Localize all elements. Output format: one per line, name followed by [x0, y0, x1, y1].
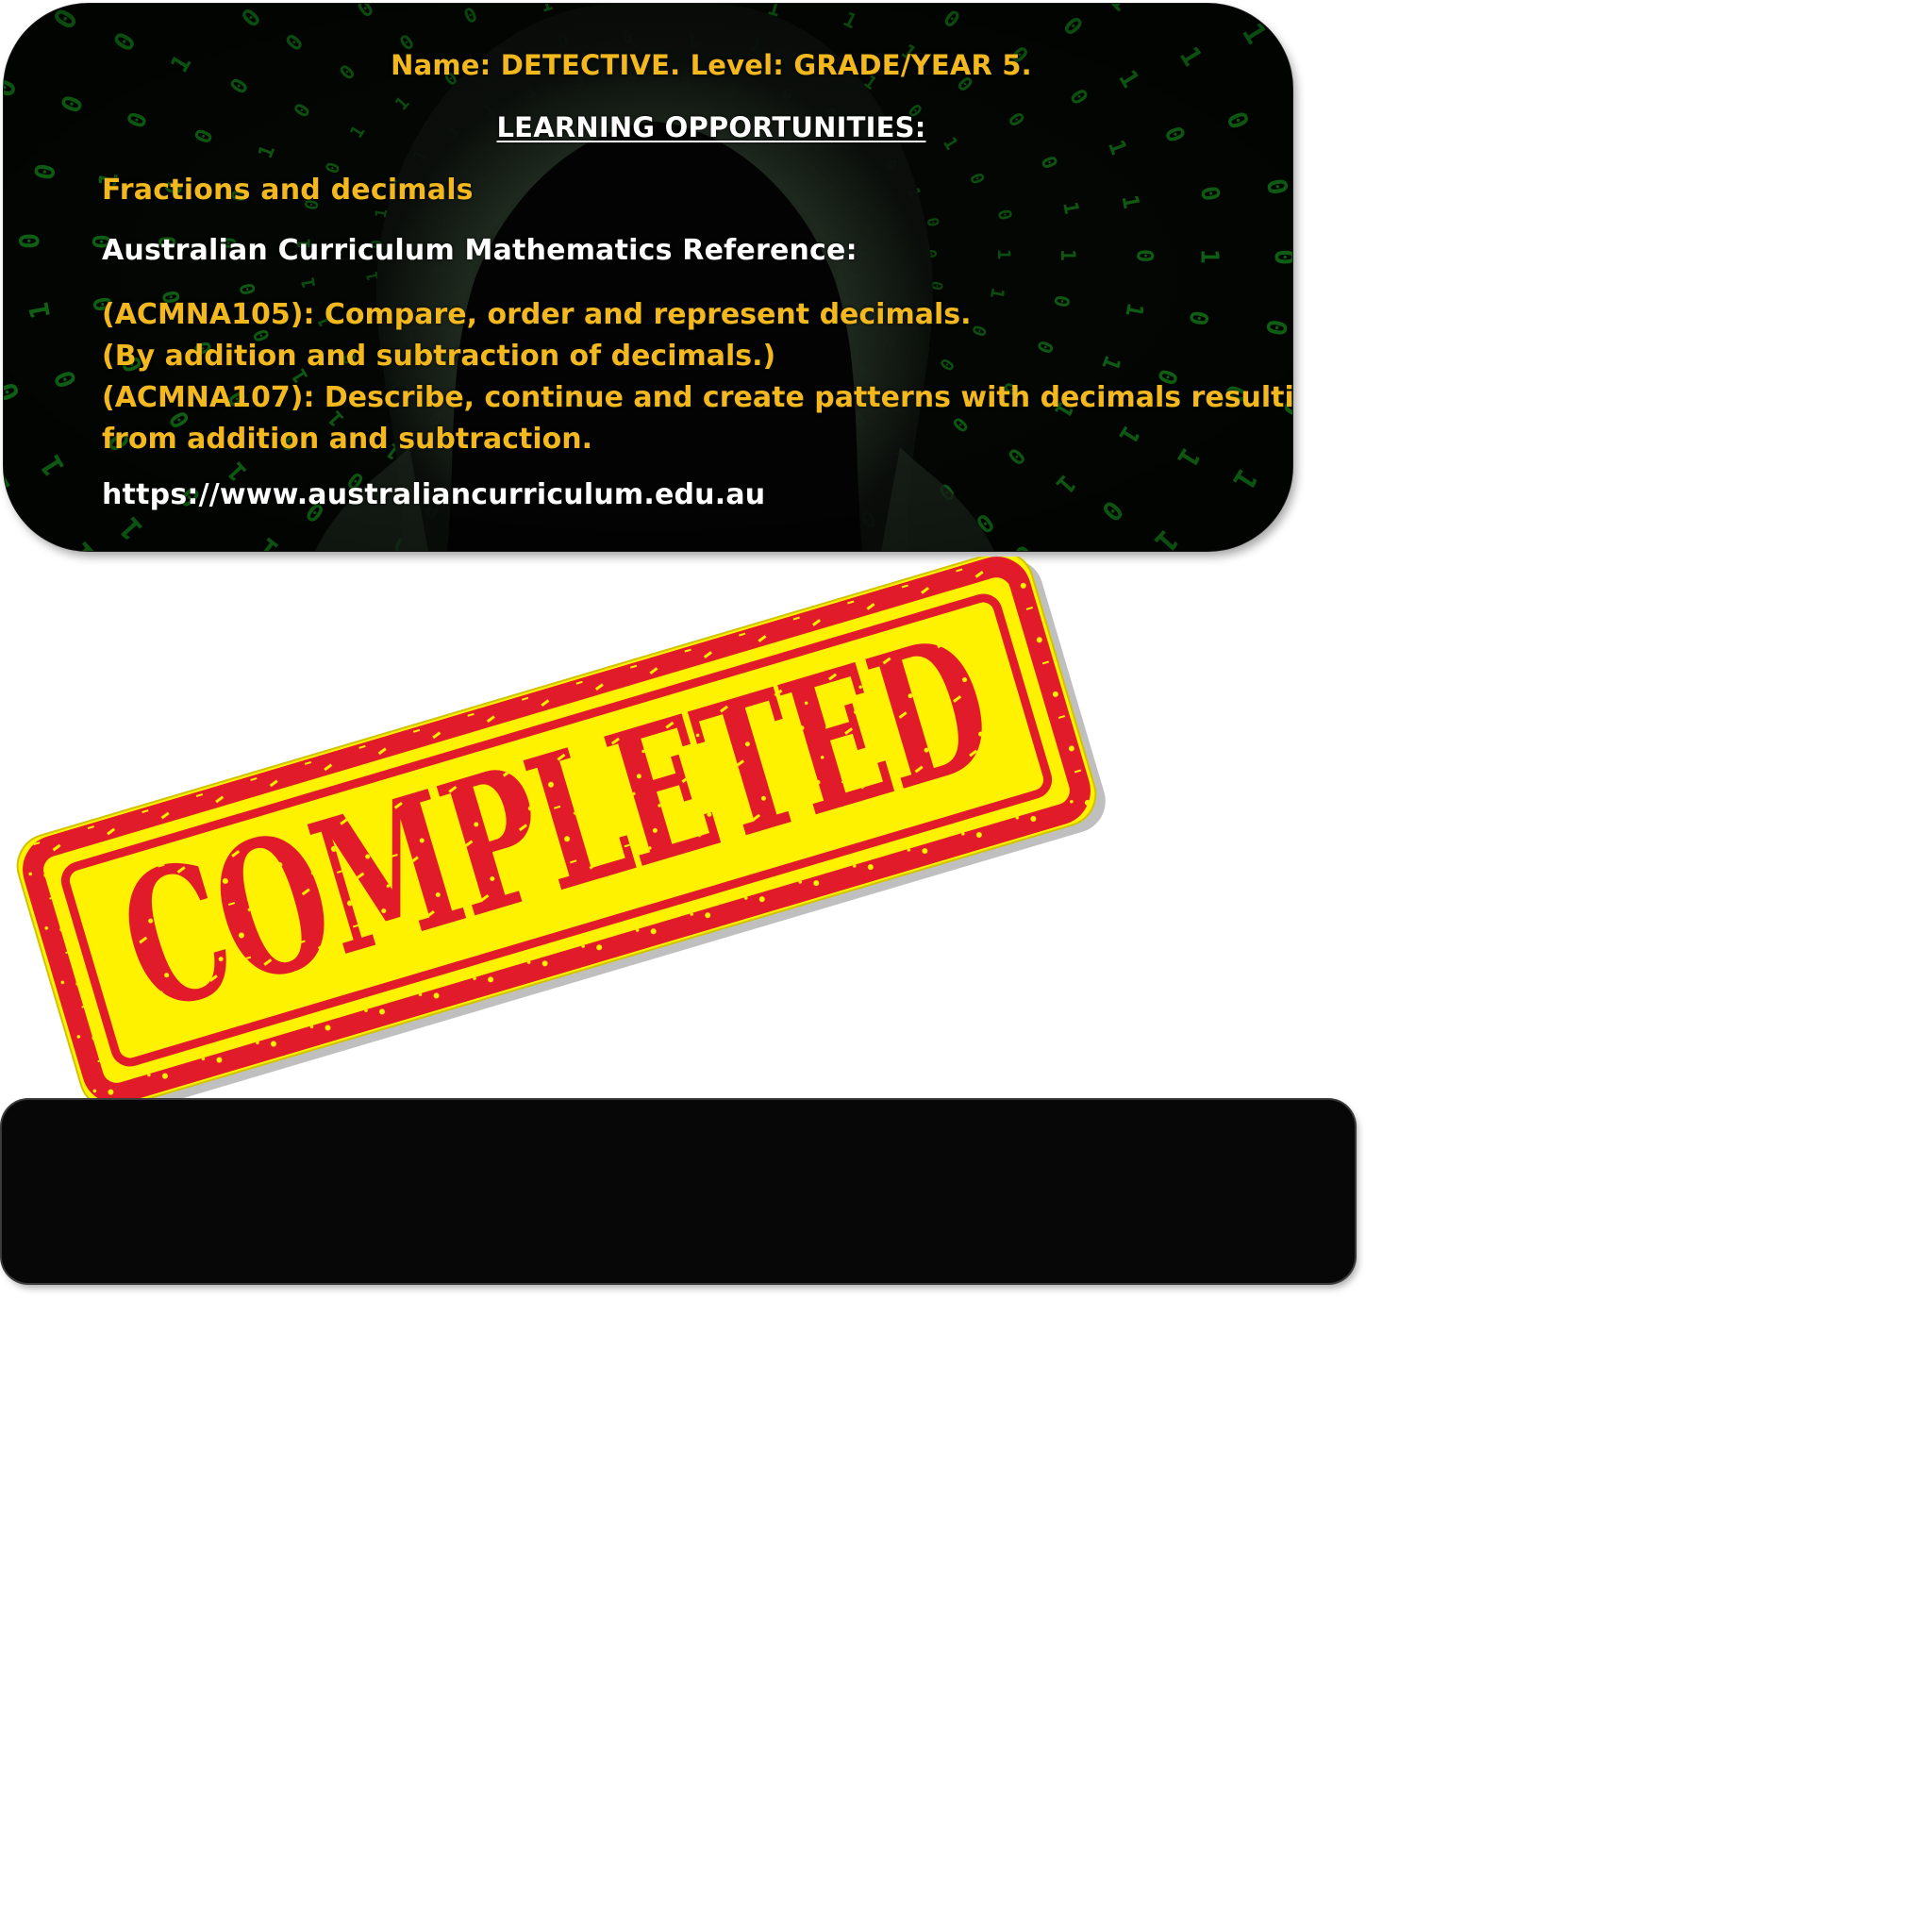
learning-info-card: 1011010101010011001000100011110001001010… [4, 4, 1292, 551]
curriculum-reference-label: Australian Curriculum Mathematics Refere… [102, 234, 858, 267]
curriculum-url: https://www.australiancurriculum.edu.au [102, 478, 766, 511]
curriculum-code-line: from addition and subtraction. [102, 423, 593, 456]
curriculum-codes: (ACMNA105): Compare, order and represent… [102, 294, 1292, 460]
name-level-line: Name: DETECTIVE. Level: GRADE/YEAR 5. [391, 49, 1032, 81]
completed-stamp: COMPLETED COMPLETED [0, 551, 1113, 1115]
completed-stamp-graphic: COMPLETED COMPLETED [16, 551, 1106, 1115]
curriculum-code-line: (By addition and subtraction of decimals… [102, 340, 776, 373]
curriculum-code-line: (ACMNA105): Compare, order and represent… [102, 298, 972, 331]
topic-label: Fractions and decimals [102, 174, 474, 207]
curriculum-code-line: (ACMNA107): Describe, continue and creat… [102, 381, 1292, 414]
black-bar-panel [2, 1100, 1355, 1283]
card-text-layer: Name: DETECTIVE. Level: GRADE/YEAR 5. LE… [4, 4, 1292, 551]
page: 1011010101010011001000100011110001001010… [0, 0, 1932, 1932]
learning-opportunities-heading: LEARNING OPPORTUNITIES: [496, 111, 926, 143]
